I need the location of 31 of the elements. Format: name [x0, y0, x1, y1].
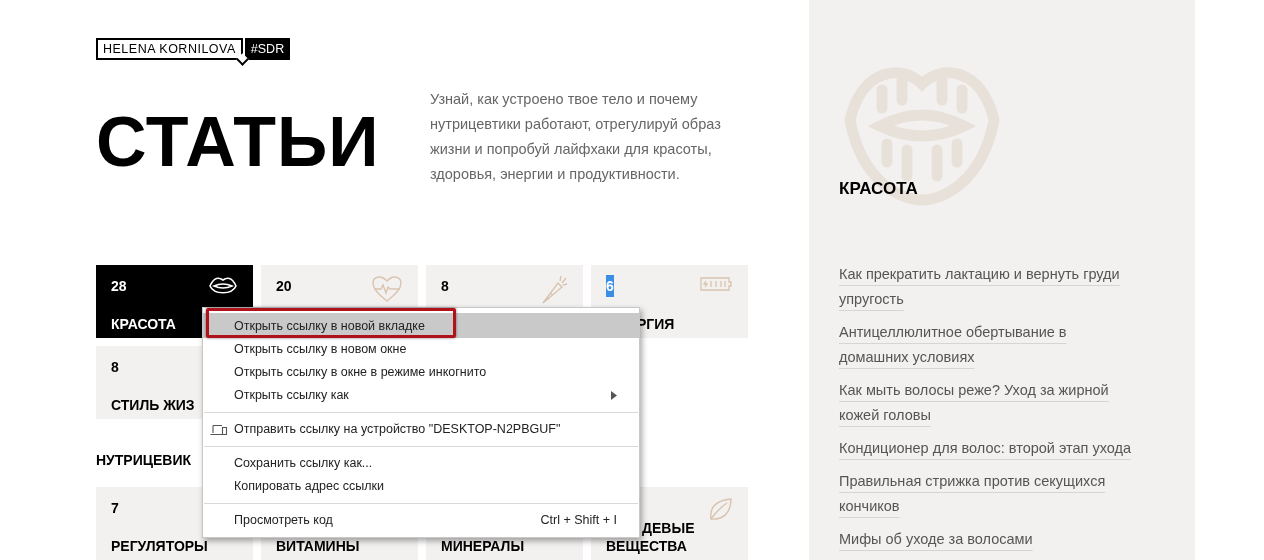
article-link[interactable]: Кондиционер для волос: второй этап ухода: [839, 436, 1139, 461]
article-count: 28: [111, 277, 127, 296]
article-count: 8: [441, 277, 449, 296]
article-count: 7: [111, 499, 119, 518]
category-label: ВИТАМИНЫ: [276, 537, 360, 555]
article-count: 8: [111, 358, 119, 377]
menu-item[interactable]: Сохранить ссылку как...: [203, 452, 639, 475]
submenu-arrow-icon: [611, 391, 617, 400]
category-label: ВЕЩЕСТВА: [606, 537, 687, 555]
page-title: СТАТЬИ: [96, 107, 381, 177]
article-link[interactable]: Как прекратить лактацию и вернуть груди упругость: [839, 262, 1139, 312]
category-label: ДЕВЫЕ: [642, 519, 695, 537]
heart-icon: [371, 275, 403, 303]
article-link[interactable]: Правильная стрижка против секущихся кончиков: [839, 469, 1139, 519]
category-label: КРАСОТА: [111, 315, 176, 333]
menu-item[interactable]: Отправить ссылку на устройство "DESKTOP-N2PBGUF": [203, 418, 639, 441]
menu-item[interactable]: Открыть ссылку в новой вкладке: [203, 308, 639, 338]
article-count: 20: [276, 277, 292, 296]
section-heading: НУТРИЦЕВИК: [96, 451, 192, 469]
leaf-icon: [707, 497, 733, 523]
article-link[interactable]: Как мыть волосы реже? Уход за жирной кожей головы: [839, 378, 1139, 428]
category-label: РЕГУЛЯТОРЫ: [111, 537, 208, 555]
intro-text: Узнай, как устроено твое тело и почему нутрицевтики работают, отрегулируй образ жизни и попробуй лайфхаки для красоты, здоровья, энергии и продуктивности.: [430, 90, 722, 184]
sidebar-heading: КРАСОТА: [839, 178, 919, 200]
article-link[interactable]: Мифы об уходе за волосами: [839, 527, 1139, 552]
category-label: СТИЛЬ ЖИЗ: [111, 396, 195, 414]
article-count: 6: [606, 275, 614, 297]
devices-icon: [210, 423, 228, 436]
category-label: МИНЕРАЛЫ: [441, 537, 525, 555]
article-link[interactable]: Антицеллюлитное обертывание в домашних условиях: [839, 320, 1139, 370]
battery-icon: [699, 275, 733, 293]
